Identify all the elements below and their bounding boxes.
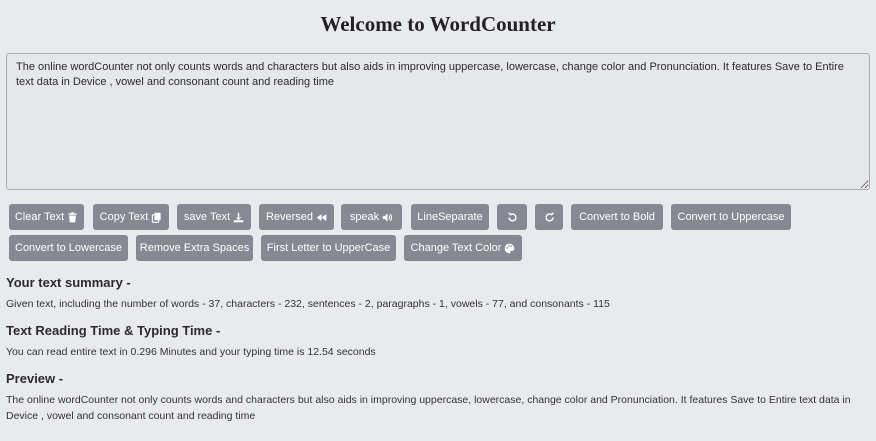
backward-icon [316,212,327,223]
reading-time-text: You can read entire text in 0.296 Minute… [6,346,376,358]
reversed-button[interactable]: Reversed [259,204,334,230]
reversed-label: Reversed [265,211,314,223]
remove-extra-spaces-button[interactable]: Remove Extra Spaces [136,235,253,261]
text-input-area[interactable]: The online wordCounter not only counts w… [6,53,870,190]
convert-to-uppercase-label: Convert to Uppercase [677,211,785,223]
copy-text-button[interactable]: Copy Text [93,204,169,230]
undo-icon [507,212,518,223]
trash-icon [67,211,78,223]
palette-icon [504,243,515,254]
convert-to-uppercase-button[interactable]: Convert to Uppercase [671,204,791,230]
reading-time-heading: Text Reading Time & Typing Time - [6,323,221,338]
convert-to-bold-label: Convert to Bold [579,211,655,223]
undo-button[interactable] [497,204,527,230]
page-title: Welcome to WordCounter [320,12,556,36]
clear-text-label: Clear Text [14,211,65,223]
save-text-label: save Text [183,211,231,223]
change-text-color-button[interactable]: Change Text Color [404,235,522,261]
summary-text: Given text, including the number of word… [6,298,610,310]
convert-to-bold-button[interactable]: Convert to Bold [571,204,663,230]
copy-icon [151,212,162,223]
convert-to-lowercase-button[interactable]: Convert to Lowercase [9,235,128,261]
preview-heading: Preview - [6,371,64,386]
summary-heading: Your text summary - [6,275,131,290]
change-text-color-label: Change Text Color [410,242,502,254]
copy-text-label: Copy Text [99,211,149,223]
remove-extra-spaces-label: Remove Extra Spaces [139,242,250,254]
volume-icon [382,212,393,223]
redo-button[interactable] [535,204,563,230]
redo-icon [544,212,555,223]
speak-button[interactable]: speak [341,204,402,230]
download-icon [233,212,244,223]
speak-label: speak [349,211,380,223]
convert-to-lowercase-label: Convert to Lowercase [15,242,122,254]
save-text-button[interactable]: save Text [177,204,251,230]
first-letter-uppercase-button[interactable]: First Letter to UpperCase [261,235,396,261]
first-letter-uppercase-label: First Letter to UpperCase [266,242,391,254]
clear-text-button[interactable]: Clear Text [9,204,84,230]
line-separate-button[interactable]: LineSeparate [411,204,489,230]
preview-text: The online wordCounter not only counts w… [6,394,851,422]
line-separate-label: LineSeparate [417,211,483,223]
